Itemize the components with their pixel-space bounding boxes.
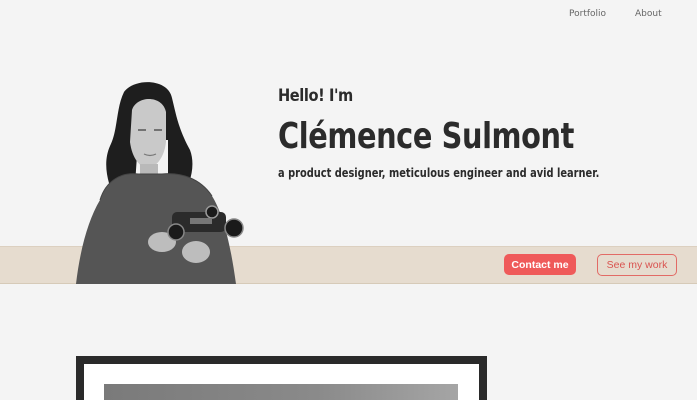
nav-link-portfolio[interactable]: Portfolio <box>569 9 606 19</box>
nav-link-about[interactable]: About <box>635 9 662 19</box>
hero-portrait-photo <box>76 82 244 284</box>
contact-me-button[interactable]: Contact me <box>504 254 576 275</box>
see-my-work-button[interactable]: See my work <box>597 254 677 276</box>
project-preview-inner <box>84 364 479 400</box>
hero-name: Clémence Sulmont <box>278 116 574 157</box>
top-nav: Portfolio About <box>0 0 697 28</box>
project-preview-frame[interactable] <box>76 356 487 400</box>
project-preview-image <box>104 384 458 400</box>
hero-greeting: Hello! I'm <box>278 86 353 106</box>
hero-tagline: a product designer, meticulous engineer … <box>278 166 600 180</box>
